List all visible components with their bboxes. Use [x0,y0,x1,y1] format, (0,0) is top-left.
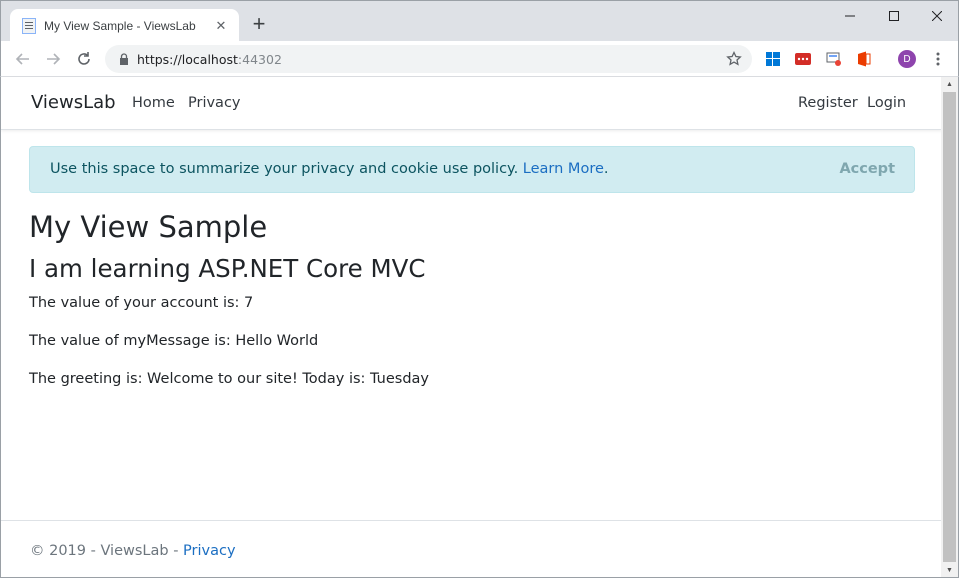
cookie-message-period: . [603,161,609,177]
back-button[interactable] [11,47,35,71]
brand-link[interactable]: ViewsLab [31,92,116,113]
settings-extension-icon[interactable] [824,49,844,69]
nav-link-home[interactable]: Home [132,95,175,111]
page-subtitle: I am learning ASP.NET Core MVC [29,254,426,283]
bookmark-star-icon[interactable] [726,51,742,67]
tab-close-icon[interactable]: ✕ [213,18,229,34]
reload-button[interactable] [72,47,96,71]
scroll-down-icon[interactable]: ▼ [941,563,958,577]
my-message-text: The value of myMessage is: Hello World [29,333,319,349]
page-viewport: ViewsLab Home Privacy Register Login Use… [0,77,959,578]
cookie-message-text: Use this space to summarize your privacy… [50,161,519,177]
lock-icon [120,53,128,65]
nav-link-privacy[interactable]: Privacy [188,95,241,111]
new-tab-button[interactable]: + [247,13,271,37]
footer-privacy-link[interactable]: Privacy [183,543,236,559]
url-port: :44302 [237,51,282,67]
nav-link-register[interactable]: Register [798,95,858,111]
arrow-right-icon [47,53,61,65]
minimize-button[interactable] [827,1,872,31]
accept-cookie-button[interactable]: Accept [839,161,895,177]
page-title: My View Sample [29,210,268,244]
tab-title: My View Sample - ViewsLab [44,18,196,33]
arrow-left-icon [15,53,29,65]
page-favicon-icon [22,17,36,34]
password-manager-extension-icon[interactable] [793,49,813,69]
site-navbar: ViewsLab Home Privacy Register Login [1,77,942,130]
browser-tab[interactable]: My View Sample - ViewsLab ✕ [10,9,239,42]
footer-text: © 2019 - ViewsLab - Privacy [30,543,236,559]
minimize-icon [844,15,855,17]
learn-more-link[interactable]: Learn More [523,161,604,177]
site-footer: © 2019 - ViewsLab - Privacy [1,520,942,577]
cookie-message: Use this space to summarize your privacy… [50,161,609,177]
web-page: ViewsLab Home Privacy Register Login Use… [1,77,942,577]
windows-extension-icon[interactable] [763,49,783,69]
close-window-button[interactable] [914,1,959,31]
vertical-scrollbar[interactable]: ▲ ▼ [941,77,958,577]
address-bar[interactable]: https://localhost:44302 [105,45,752,73]
scroll-up-icon[interactable]: ▲ [941,77,958,91]
browser-menu-button[interactable] [928,49,948,69]
close-icon [931,11,942,21]
more-vertical-icon [936,52,940,66]
maximize-icon [888,11,899,21]
maximize-button[interactable] [871,1,916,31]
forward-button[interactable] [41,47,65,71]
greeting-text: The greeting is: Welcome to our site! To… [29,371,430,387]
nav-link-login[interactable]: Login [867,95,906,111]
tab-strip: My View Sample - ViewsLab ✕ + [0,0,959,42]
url-host: https://localhost [137,51,238,67]
account-value-text: The value of your account is: 7 [29,295,254,311]
office-extension-icon[interactable] [854,49,874,69]
copyright-text: © 2019 - ViewsLab - [30,543,184,559]
scrollbar-thumb[interactable] [943,92,956,562]
avatar: D [898,50,916,68]
profile-avatar[interactable]: D [897,49,917,69]
reload-icon [78,52,90,65]
url-text: https://localhost:44302 [137,52,726,67]
cookie-consent-banner: Use this space to summarize your privacy… [29,146,915,193]
browser-toolbar: https://localhost:44302 D [0,41,959,77]
